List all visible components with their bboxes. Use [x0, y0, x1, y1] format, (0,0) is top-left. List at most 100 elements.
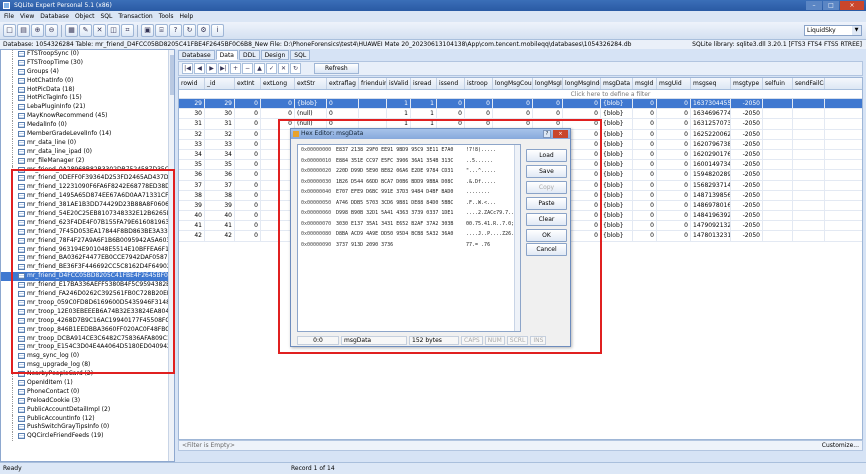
hex-bytes[interactable]: A746 DDB5 5703 3CD6 9B81 DE88 84D0 5BBC [336, 198, 466, 209]
hex-bytes[interactable]: E837 2138 29F0 EE91 9BD9 95C9 3E11 E7A0 [336, 145, 466, 156]
table-cell[interactable] [763, 129, 793, 139]
table-cell[interactable] [763, 99, 793, 109]
ok-button[interactable]: OK [526, 229, 567, 242]
table-cell[interactable] [793, 170, 825, 180]
table-cell[interactable]: 1594820289 [691, 170, 731, 180]
maximize-button[interactable]: □ [823, 1, 839, 10]
table-cell[interactable] [793, 180, 825, 190]
tree-item[interactable]: NearbyPeopleCard (2) [1, 370, 174, 379]
column-header-msgseq[interactable]: msgseq [691, 78, 731, 89]
delete-table-icon[interactable]: ✕ [93, 24, 106, 37]
hex-ascii[interactable]: ..5...... [466, 156, 493, 167]
new-table-icon[interactable]: ▦ [65, 24, 78, 37]
tree-item[interactable]: mr_friend_BE36F3F446692CC5C8162D4F649024… [1, 263, 174, 273]
about-icon[interactable]: i [211, 24, 224, 37]
table-cell[interactable] [793, 221, 825, 231]
table-cell[interactable] [793, 160, 825, 170]
table-cell[interactable]: 42 [205, 231, 235, 241]
table-cell[interactable]: -2050 [731, 221, 763, 231]
table-cell[interactable]: 0 [235, 109, 261, 119]
detach-db-icon[interactable]: ⊖ [45, 24, 58, 37]
table-cell[interactable]: 1634696774 [691, 109, 731, 119]
help-icon[interactable]: ? [169, 24, 182, 37]
column-header-frienduin[interactable]: frienduin [359, 78, 387, 89]
table-cell[interactable]: 0 [533, 109, 563, 119]
tab-data[interactable]: Data [215, 50, 238, 60]
table-cell[interactable]: 0 [235, 180, 261, 190]
table-cell[interactable] [793, 200, 825, 211]
column-header-msgtype[interactable]: msgtype [731, 78, 763, 89]
tree-item[interactable]: mr_troop_DCBA914CE3C6482C75836AFA809C179… [1, 334, 174, 344]
menu-item-database[interactable]: Database [40, 11, 69, 22]
menu-item-file[interactable]: File [4, 11, 14, 22]
cancel-record-icon[interactable]: ✕ [278, 63, 289, 74]
table-row[interactable]: 30 30 0 0 (null) 0 1 1 0 0 0 0 0 {blob} 0 0 1634696774 -2… [179, 109, 862, 120]
tree-item[interactable]: mr_friend_78F4F27A9A6F1B6B0095942A5A6038… [1, 236, 174, 246]
table-cell[interactable]: {blob} [601, 119, 633, 129]
table-cell[interactable]: 30 [205, 109, 235, 119]
table-cell[interactable]: 34 [179, 149, 205, 160]
table-cell[interactable]: 0 [493, 99, 533, 109]
table-cell[interactable] [793, 149, 825, 160]
tree-item[interactable]: FTSTroopSync (0) [1, 50, 174, 59]
tree-item[interactable]: mr_friend_12231090F6FA6F8242E68778ED38D2… [1, 183, 174, 193]
sql-icon[interactable]: ⌸ [155, 24, 168, 37]
settings-icon[interactable]: ⚙ [197, 24, 210, 37]
table-row[interactable]: 29 29 0 0 {blob} 0 1 1 0 0 0 0 0 {blob} 0 0 1637304455 -2… [179, 99, 862, 110]
attach-db-icon[interactable]: ⊕ [31, 24, 44, 37]
insert-record-icon[interactable]: + [230, 63, 241, 74]
table-cell[interactable]: -2050 [731, 231, 763, 241]
table-cell[interactable]: {blob} [601, 221, 633, 231]
refresh-record-icon[interactable]: ↻ [290, 63, 301, 74]
column-header-extstr[interactable]: extStr [295, 78, 327, 89]
table-cell[interactable]: 33 [205, 139, 235, 149]
tab-design[interactable]: Design [260, 50, 290, 60]
table-cell[interactable]: 34 [205, 149, 235, 160]
table-cell[interactable]: 0 [533, 99, 563, 109]
table-cell[interactable]: 0 [235, 170, 261, 180]
table-cell[interactable]: 29 [179, 99, 205, 109]
table-cell[interactable]: 0 [633, 149, 657, 160]
table-cell[interactable] [793, 129, 825, 139]
hex-ascii[interactable]: 00.75.41.R..7.0; [466, 219, 514, 230]
tree-item[interactable]: mr_troop_059C0FD8D6169600D5435946F31486A… [1, 298, 174, 308]
hex-bytes[interactable]: 1B26 D544 66DD BCA7 D0B6 BDD9 9BBA D08C [336, 177, 466, 188]
table-cell[interactable]: 0 [563, 99, 601, 109]
table-cell[interactable]: 0 [235, 190, 261, 200]
column-header-msgdata[interactable]: msgData [601, 78, 633, 89]
table-cell[interactable]: -2050 [731, 190, 763, 200]
last-record-icon[interactable]: ▶| [218, 63, 229, 74]
table-cell[interactable]: -2050 [731, 211, 763, 221]
vacuum-icon[interactable]: ▣ [141, 24, 154, 37]
table-cell[interactable]: 0 [235, 149, 261, 160]
menu-item-view[interactable]: View [20, 11, 34, 22]
tree-item[interactable]: mr_friend_E17BA336AEFF5380B4F5C9594382BB… [1, 281, 174, 291]
table-cell[interactable]: {blob} [601, 180, 633, 190]
table-cell[interactable]: 1568293714 [691, 180, 731, 190]
table-cell[interactable]: 0 [633, 109, 657, 119]
table-cell[interactable]: 36 [205, 170, 235, 180]
table-cell[interactable]: {blob} [601, 211, 633, 221]
tree-item[interactable]: PhoneContact (0) [1, 387, 174, 397]
tree-item[interactable]: mr_friend_FA246D0262C392561FB0C728B20EE8… [1, 290, 174, 299]
table-cell[interactable]: 0 [633, 211, 657, 221]
table-cell[interactable]: -2050 [731, 180, 763, 190]
copy-button[interactable]: Copy [526, 181, 567, 194]
table-cell[interactable]: {blob} [601, 149, 633, 160]
table-cell[interactable]: 0 [657, 129, 691, 139]
table-cell[interactable] [763, 149, 793, 160]
table-cell[interactable]: 0 [657, 211, 691, 221]
refresh-button[interactable]: Refresh [314, 63, 359, 74]
column-header-msgid[interactable]: msgId [633, 78, 657, 89]
table-cell[interactable] [763, 211, 793, 221]
menu-item-tools[interactable]: Tools [159, 11, 174, 22]
minimize-button[interactable]: – [806, 1, 822, 10]
hex-ascii[interactable]: !7!8)..... [466, 145, 496, 156]
tree-item[interactable]: mr_friend_0DEFF0F39364D253FD2465AD437D7E… [1, 174, 174, 184]
tree-item[interactable]: HotPicData (18) [1, 85, 174, 95]
table-cell[interactable]: 41 [179, 221, 205, 231]
table-cell[interactable]: 0 [261, 99, 295, 109]
post-record-icon[interactable]: ✓ [266, 63, 277, 74]
tree-item[interactable]: mr_data_line_ipad (0) [1, 147, 174, 157]
table-cell[interactable]: 0 [633, 160, 657, 170]
